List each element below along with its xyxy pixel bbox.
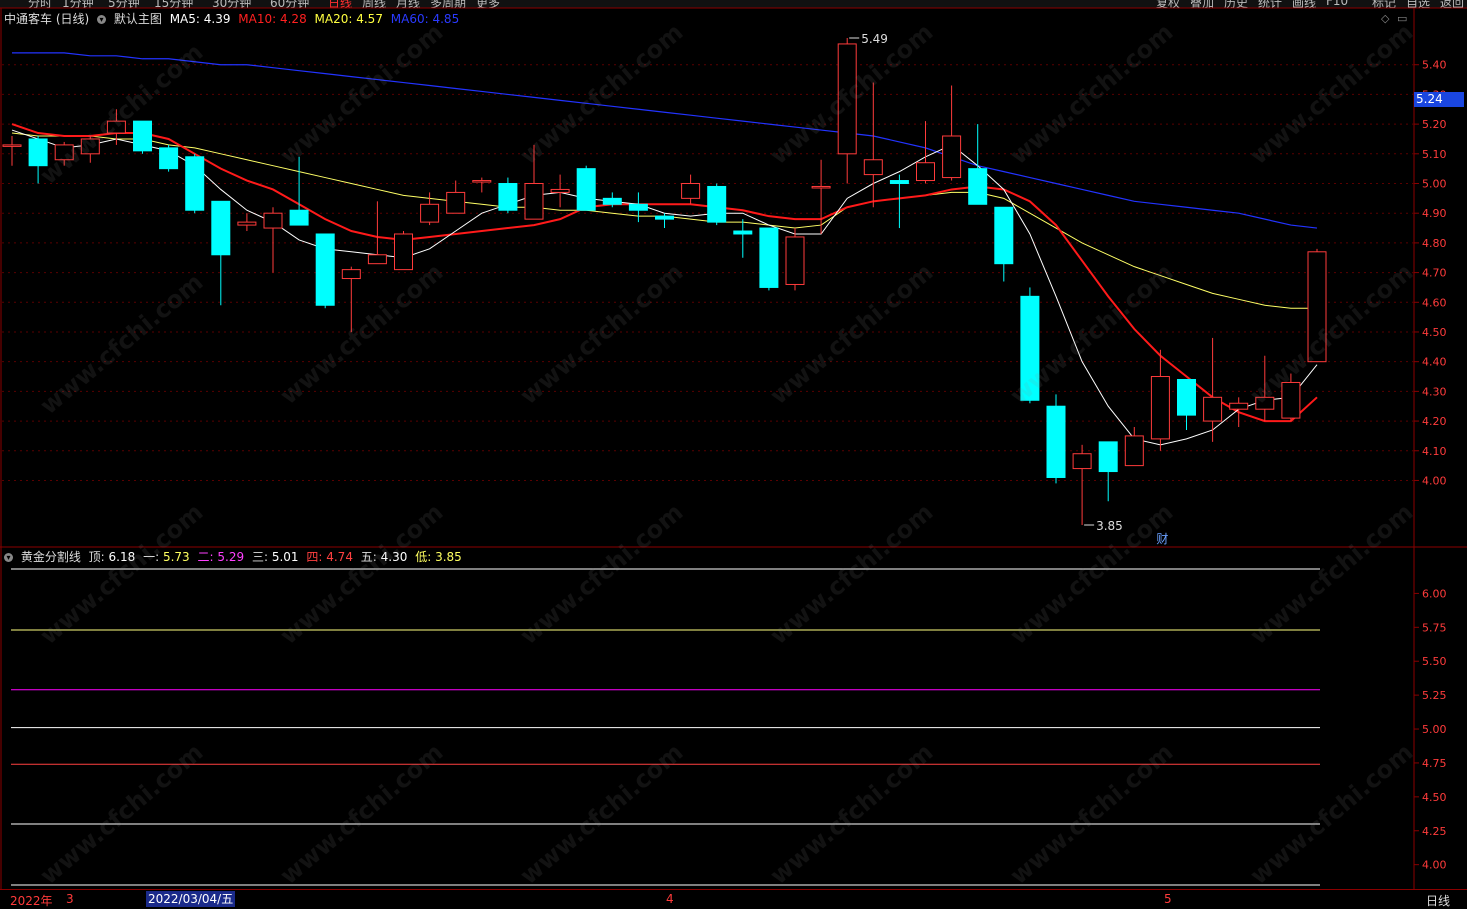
sub-axis-label: 4.75: [1422, 757, 1447, 770]
candle-body: [1020, 295, 1040, 401]
candle-body: [1046, 405, 1066, 478]
price-axis-label: 4.60: [1422, 296, 1447, 309]
candle-body: [1229, 402, 1249, 410]
current-price-tag: 5.24: [1414, 92, 1464, 107]
cursor-date: 2022/03/04/五: [146, 891, 236, 907]
price-axis-label: 4.70: [1422, 267, 1447, 280]
candle-body: [1255, 396, 1275, 410]
month-5-label: 5: [1164, 892, 1172, 906]
candle-body: [1098, 441, 1118, 473]
price-axis-label: 4.30: [1422, 385, 1447, 398]
price-axis-label: 4.20: [1422, 415, 1447, 428]
candle-body: [994, 206, 1014, 265]
candle-body: [341, 269, 361, 280]
sub-axis-label: 5.25: [1422, 689, 1447, 702]
month-3-label: 3: [66, 892, 74, 906]
candle-body: [707, 185, 727, 223]
candle-body: [420, 203, 440, 223]
candle-body: [133, 120, 152, 152]
candle-body: [602, 197, 622, 205]
candle-body: [889, 180, 909, 185]
candle-body: [1307, 251, 1327, 363]
candle-body: [237, 221, 257, 226]
sub-axis-label: 5.75: [1422, 621, 1447, 634]
candle-body: [159, 147, 179, 170]
price-axis-label: 5.10: [1422, 148, 1447, 161]
candle-body: [759, 227, 779, 288]
month-4-label: 4: [666, 892, 674, 906]
finance-marker: 财: [1156, 532, 1168, 546]
candle-body: [394, 233, 413, 271]
kline-chart[interactable]: 5.405.305.205.105.004.904.804.704.604.50…: [0, 0, 1467, 908]
candle-body: [785, 236, 805, 285]
price-axis-label: 5.20: [1422, 118, 1447, 131]
candle-body: [733, 230, 753, 235]
candle-body: [54, 144, 74, 161]
candle-body: [681, 183, 701, 199]
candle-body: [211, 200, 231, 256]
candle-body: [942, 135, 962, 179]
candle-body: [837, 43, 857, 155]
ma5-line: [11, 129, 1318, 446]
candle-body: [655, 215, 674, 220]
sub-axis-label: 6.00: [1422, 587, 1447, 600]
price-axis-label: 4.00: [1422, 474, 1447, 487]
price-axis-label: 4.40: [1422, 356, 1447, 369]
candle-body: [550, 188, 570, 193]
price-axis-label: 4.80: [1422, 237, 1447, 250]
candle-body: [1177, 378, 1196, 416]
price-axis-label: 4.50: [1422, 326, 1447, 339]
candle-body: [1124, 435, 1144, 467]
candle-body: [1203, 396, 1223, 422]
candle-body: [185, 156, 205, 211]
period-label[interactable]: 日线: [1426, 892, 1450, 909]
candle-body: [28, 138, 48, 167]
candle-body: [80, 138, 100, 155]
candle-body: [446, 191, 466, 214]
candle-body: [576, 168, 596, 211]
ma60-line: [12, 52, 1318, 229]
sub-axis-label: 5.50: [1422, 655, 1447, 668]
candle-body: [289, 209, 309, 226]
price-axis-label: 5.00: [1422, 178, 1447, 191]
candle-body: [315, 233, 335, 306]
candle-body: [968, 168, 988, 205]
candle-body: [2, 144, 22, 147]
candle-body: [628, 203, 648, 211]
high-label: 5.49: [861, 32, 888, 46]
sub-axis-label: 4.00: [1422, 859, 1447, 872]
candle-body: [1281, 381, 1301, 419]
sub-axis-label: 4.50: [1422, 791, 1447, 804]
year-label: 2022年: [10, 894, 53, 908]
price-axis-label: 4.90: [1422, 207, 1447, 220]
candle-body: [498, 183, 518, 211]
candle-body: [1072, 453, 1092, 470]
candle-body: [1150, 376, 1170, 440]
candle-body: [106, 120, 126, 134]
sub-axis-label: 5.00: [1422, 723, 1447, 736]
candle-body: [811, 185, 831, 189]
price-axis-label: 5.40: [1422, 59, 1447, 72]
price-axis-label: 4.10: [1422, 445, 1447, 458]
candle-body: [916, 162, 935, 182]
candle-body: [524, 183, 544, 220]
sub-axis-label: 4.25: [1422, 825, 1447, 838]
low-label: 3.85: [1096, 519, 1123, 533]
candle-body: [472, 180, 492, 183]
candle-body: [263, 212, 283, 229]
candle-body: [863, 159, 883, 176]
candle-body: [367, 254, 387, 265]
